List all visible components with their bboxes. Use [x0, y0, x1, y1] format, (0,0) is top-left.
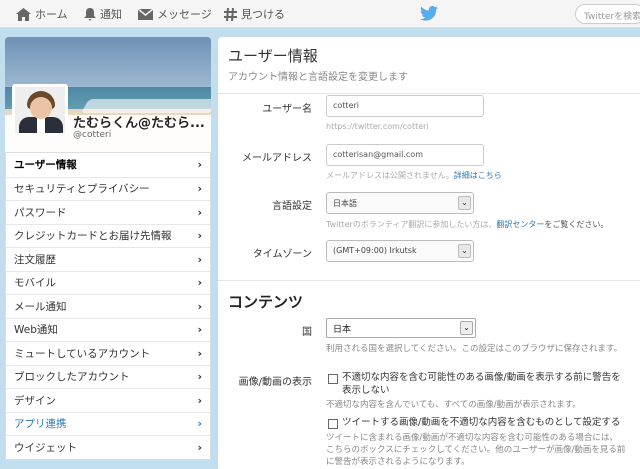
settings-main-panel: ユーザー情報 アカウント情報と言語設定を変更します ユーザー名 cotteri …	[218, 37, 640, 469]
sidebar-item[interactable]: アプリ連携 ›	[6, 411, 210, 436]
home-icon	[16, 7, 31, 21]
chevron-right-icon: ›	[197, 252, 202, 266]
email-input[interactable]: cotterisan@gmail.com	[326, 144, 484, 166]
country-select-value: 日本	[333, 325, 352, 335]
nav-notifications-label: 通知	[100, 8, 122, 21]
email-details-link[interactable]: 詳細はこちら	[454, 171, 502, 180]
sidebar-item-label: クレジットカードとお届け先情報	[14, 230, 172, 243]
username-hint: https://twitter.com/cotteri	[326, 122, 429, 131]
nav-discover[interactable]: 見つける	[224, 0, 285, 28]
content-section-title: コンテンツ	[228, 293, 304, 311]
country-note: 利用される国を選択してください。この設定はこのブラウザに保存されます。	[326, 344, 623, 354]
nav-notifications[interactable]: 通知	[84, 0, 122, 28]
mark-media-checkbox[interactable]	[328, 419, 338, 429]
top-navigation-bar: ホーム 通知 メッセージ 見つける Twitterを検索	[0, 0, 640, 28]
country-select[interactable]: 日本 ⌄	[326, 318, 476, 338]
sidebar-item[interactable]: セキュリティとプライバシー ›	[6, 176, 210, 201]
sidebar-item[interactable]: 注文履歴 ›	[6, 247, 210, 271]
twitter-bird-icon[interactable]	[420, 6, 438, 21]
timezone-select-value: (GMT+09:00) Irkutsk	[333, 246, 417, 255]
country-label: 国	[302, 327, 312, 338]
chevron-right-icon: ›	[197, 440, 202, 454]
sidebar-item[interactable]: クレジットカードとお届け先情報 ›	[6, 223, 210, 248]
profile-handle: @cotteri	[73, 130, 112, 140]
sidebar-item[interactable]: ユーザー情報 ›	[6, 153, 210, 177]
sidebar-item[interactable]: デザイン ›	[6, 388, 210, 412]
sidebar-item[interactable]: モバイル ›	[6, 270, 210, 295]
username-label: ユーザー名	[262, 104, 312, 115]
language-label: 言語設定	[272, 201, 312, 212]
nav-home-label: ホーム	[35, 8, 68, 21]
sidebar-item[interactable]: ブロックしたアカウント ›	[6, 364, 210, 389]
username-input[interactable]: cotteri	[326, 95, 484, 117]
sidebar-item-label: ユーザー情報	[14, 159, 77, 172]
sidebar-item[interactable]: パスワード ›	[6, 200, 210, 224]
chevron-right-icon: ›	[197, 346, 202, 360]
chevron-right-icon: ›	[197, 276, 202, 290]
page-header: ユーザー情報 アカウント情報と言語設定を変更します	[218, 37, 640, 94]
chevron-right-icon: ›	[197, 205, 202, 219]
header-wave	[80, 99, 211, 113]
media-warning-note: 不適切な内容を含んでいても、すべての画像/動画が表示されます。	[326, 400, 581, 410]
language-hint-tail: をご覧ください。	[544, 220, 609, 229]
sidebar-item-label: Web通知	[14, 324, 58, 337]
sidebar-item-label: デザイン	[14, 394, 56, 407]
sidebar-item-label: モバイル	[14, 277, 56, 290]
sidebar-item-label: セキュリティとプライバシー	[14, 183, 150, 196]
language-select-value: 日本語	[333, 199, 357, 208]
profile-name[interactable]: たむらくん@たむら...	[73, 112, 205, 131]
chevron-down-icon: ⌄	[460, 321, 473, 335]
timezone-label: タイムゾーン	[252, 249, 312, 260]
language-hint: Twitterのボランティア翻訳に参加したい方は、翻訳センターをご覧ください。	[326, 219, 608, 230]
chevron-right-icon: ›	[197, 299, 202, 313]
avatar[interactable]	[12, 84, 68, 136]
bell-icon	[84, 7, 96, 21]
chevron-down-icon: ⌄	[458, 196, 471, 210]
sidebar-item-label: アプリ連携	[14, 418, 67, 431]
email-hint: メールアドレスは公開されません。詳細はこちら	[326, 170, 502, 181]
sidebar-item-label: ブロックしたアカウント	[14, 371, 130, 384]
chevron-right-icon: ›	[197, 158, 202, 172]
settings-menu: ユーザー情報 › セキュリティとプライバシー › パスワード › クレジットカードとお届け先…	[5, 152, 211, 460]
chevron-right-icon: ›	[197, 370, 202, 384]
nav-home[interactable]: ホーム	[16, 0, 68, 28]
nav-discover-label: 見つける	[241, 8, 285, 21]
sidebar-item[interactable]: ウイジェット ›	[6, 435, 210, 459]
sidebar-item[interactable]: Web通知 ›	[6, 317, 210, 342]
sidebar-item[interactable]: メール通知 ›	[6, 294, 210, 318]
chevron-right-icon: ›	[197, 393, 202, 407]
nav-messages-label: メッセージ	[157, 8, 212, 21]
chevron-down-icon: ⌄	[458, 244, 471, 258]
translation-center-link[interactable]: 翻訳センター	[496, 220, 544, 229]
sidebar-item-label: ミュートしているアカウント	[14, 347, 151, 360]
sidebar-item-label: メール通知	[14, 300, 67, 313]
page-subtitle: アカウント情報と言語設定を変更します	[228, 72, 408, 83]
left-sidebar: たむらくん@たむら... @cotteri ユーザー情報 › セキュリティとプライバ…	[5, 37, 211, 460]
chevron-right-icon: ›	[197, 417, 202, 431]
sidebar-item[interactable]: ミュートしているアカウント ›	[6, 341, 210, 365]
timezone-select[interactable]: (GMT+09:00) Irkutsk ⌄	[326, 240, 474, 262]
sidebar-item-label: パスワード	[14, 206, 67, 219]
mark-media-option[interactable]: ツイートする画像/動画を不適切な内容を含むものとして設定する	[342, 416, 632, 429]
profile-card[interactable]: たむらくん@たむら... @cotteri	[5, 37, 211, 152]
language-hint-text: Twitterのボランティア翻訳に参加したい方は、	[326, 220, 497, 229]
search-input[interactable]: Twitterを検索	[575, 4, 640, 24]
media-warning-option[interactable]: 不適切な内容を含む可能性のある画像/動画を表示する前に警告を表示しない	[342, 371, 622, 397]
chevron-right-icon: ›	[197, 323, 202, 337]
email-hint-text: メールアドレスは公開されません。	[326, 171, 454, 180]
section-divider	[218, 280, 640, 281]
page-title: ユーザー情報	[228, 47, 318, 65]
nav-messages[interactable]: メッセージ	[138, 0, 212, 28]
hashtag-icon	[224, 7, 237, 21]
media-warning-checkbox[interactable]	[328, 374, 338, 384]
mark-media-note: ツイートに含まれる画像/動画が不適切な内容を含む可能性のある場合には、こちらのボ…	[326, 433, 626, 467]
sidebar-item-label: 注文履歴	[14, 253, 56, 266]
envelope-icon	[138, 8, 153, 20]
language-select[interactable]: 日本語 ⌄	[326, 192, 474, 214]
sidebar-item-label: ウイジェット	[14, 441, 77, 454]
chevron-right-icon: ›	[197, 229, 202, 243]
email-label: メールアドレス	[242, 153, 312, 164]
chevron-right-icon: ›	[197, 182, 202, 196]
media-label: 画像/動画の表示	[238, 377, 312, 388]
